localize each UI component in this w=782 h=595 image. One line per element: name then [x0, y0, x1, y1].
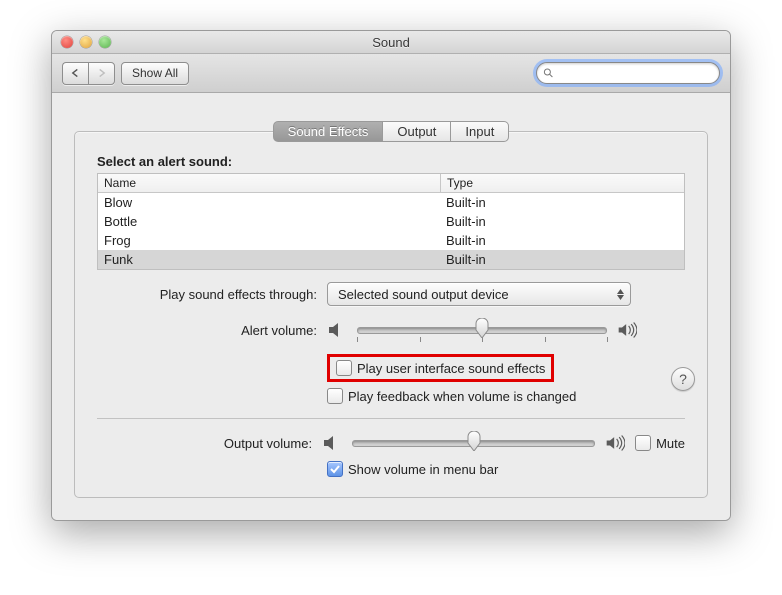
feedback-label: Play feedback when volume is changed: [348, 389, 576, 404]
search-input[interactable]: [557, 65, 713, 81]
cell-name: Funk: [98, 251, 440, 268]
cell-name: Blow: [98, 194, 440, 211]
back-button[interactable]: [62, 62, 88, 85]
sound-effects-panel: Select an alert sound: Name Type Blow Bu…: [74, 131, 708, 498]
play-through-value: Selected sound output device: [338, 287, 509, 302]
speaker-low-icon: [327, 321, 347, 339]
speaker-low-icon: [322, 434, 342, 452]
minimize-icon[interactable]: [80, 36, 92, 48]
table-row[interactable]: Bottle Built-in: [98, 212, 684, 231]
alert-sound-table[interactable]: Name Type Blow Built-in Bottle Built-in …: [97, 173, 685, 270]
cell-name: Frog: [98, 232, 440, 249]
mute-checkbox[interactable]: [635, 435, 651, 451]
traffic-lights: [52, 36, 111, 48]
show-volume-row: Show volume in menu bar: [97, 461, 685, 477]
output-volume-row: Output volume: Mute: [97, 431, 685, 455]
content: Sound Effects Output Input Select an ale…: [52, 93, 730, 520]
show-volume-checkbox[interactable]: [327, 461, 343, 477]
ui-sounds-checkbox[interactable]: [336, 360, 352, 376]
titlebar: Sound: [52, 31, 730, 54]
tab-sound-effects[interactable]: Sound Effects: [273, 121, 384, 142]
zoom-icon[interactable]: [99, 36, 111, 48]
feedback-row: Play feedback when volume is changed: [97, 388, 685, 404]
cell-type: Built-in: [440, 213, 684, 230]
search-field[interactable]: [536, 62, 720, 84]
tab-input[interactable]: Input: [451, 121, 509, 142]
tabs: Sound Effects Output Input: [74, 121, 708, 142]
nav-segmented: [62, 62, 115, 85]
table-row[interactable]: Funk Built-in: [98, 250, 684, 269]
search-icon: [543, 67, 554, 79]
chevron-updown-icon: [617, 289, 624, 300]
window-title: Sound: [52, 35, 730, 50]
highlighted-option: Play user interface sound effects: [327, 354, 554, 382]
alert-sound-label: Select an alert sound:: [97, 154, 685, 169]
slider-thumb[interactable]: [475, 318, 489, 338]
cell-type: Built-in: [440, 194, 684, 211]
speaker-high-icon: [605, 434, 625, 452]
ui-sounds-label: Play user interface sound effects: [357, 361, 545, 376]
toolbar: Show All: [52, 54, 730, 93]
feedback-checkbox[interactable]: [327, 388, 343, 404]
speaker-high-icon: [617, 321, 637, 339]
output-volume-slider[interactable]: [352, 433, 595, 453]
cell-type: Built-in: [440, 232, 684, 249]
cell-type: Built-in: [440, 251, 684, 268]
output-volume-label: Output volume:: [97, 436, 322, 451]
table-header: Name Type: [98, 174, 684, 193]
sound-preferences-window: Sound Show All Sound Effects Output Inpu…: [51, 30, 731, 521]
tab-output[interactable]: Output: [383, 121, 451, 142]
mute-label: Mute: [656, 436, 685, 451]
col-type-header[interactable]: Type: [441, 174, 684, 192]
show-volume-label: Show volume in menu bar: [348, 462, 498, 477]
table-row[interactable]: Blow Built-in: [98, 193, 684, 212]
forward-button[interactable]: [88, 62, 115, 85]
alert-volume-label: Alert volume:: [97, 323, 327, 338]
divider: [97, 418, 685, 419]
slider-thumb[interactable]: [467, 431, 481, 451]
ui-sounds-row: Play user interface sound effects: [97, 354, 685, 382]
play-through-row: Play sound effects through: Selected sou…: [97, 282, 685, 306]
cell-name: Bottle: [98, 213, 440, 230]
alert-volume-slider[interactable]: [357, 320, 607, 340]
table-row[interactable]: Frog Built-in: [98, 231, 684, 250]
help-button[interactable]: ?: [671, 367, 695, 391]
show-all-button[interactable]: Show All: [121, 62, 189, 85]
close-icon[interactable]: [61, 36, 73, 48]
play-through-select[interactable]: Selected sound output device: [327, 282, 631, 306]
col-name-header[interactable]: Name: [98, 174, 441, 192]
play-through-label: Play sound effects through:: [97, 287, 327, 302]
alert-volume-row: Alert volume:: [97, 318, 685, 342]
